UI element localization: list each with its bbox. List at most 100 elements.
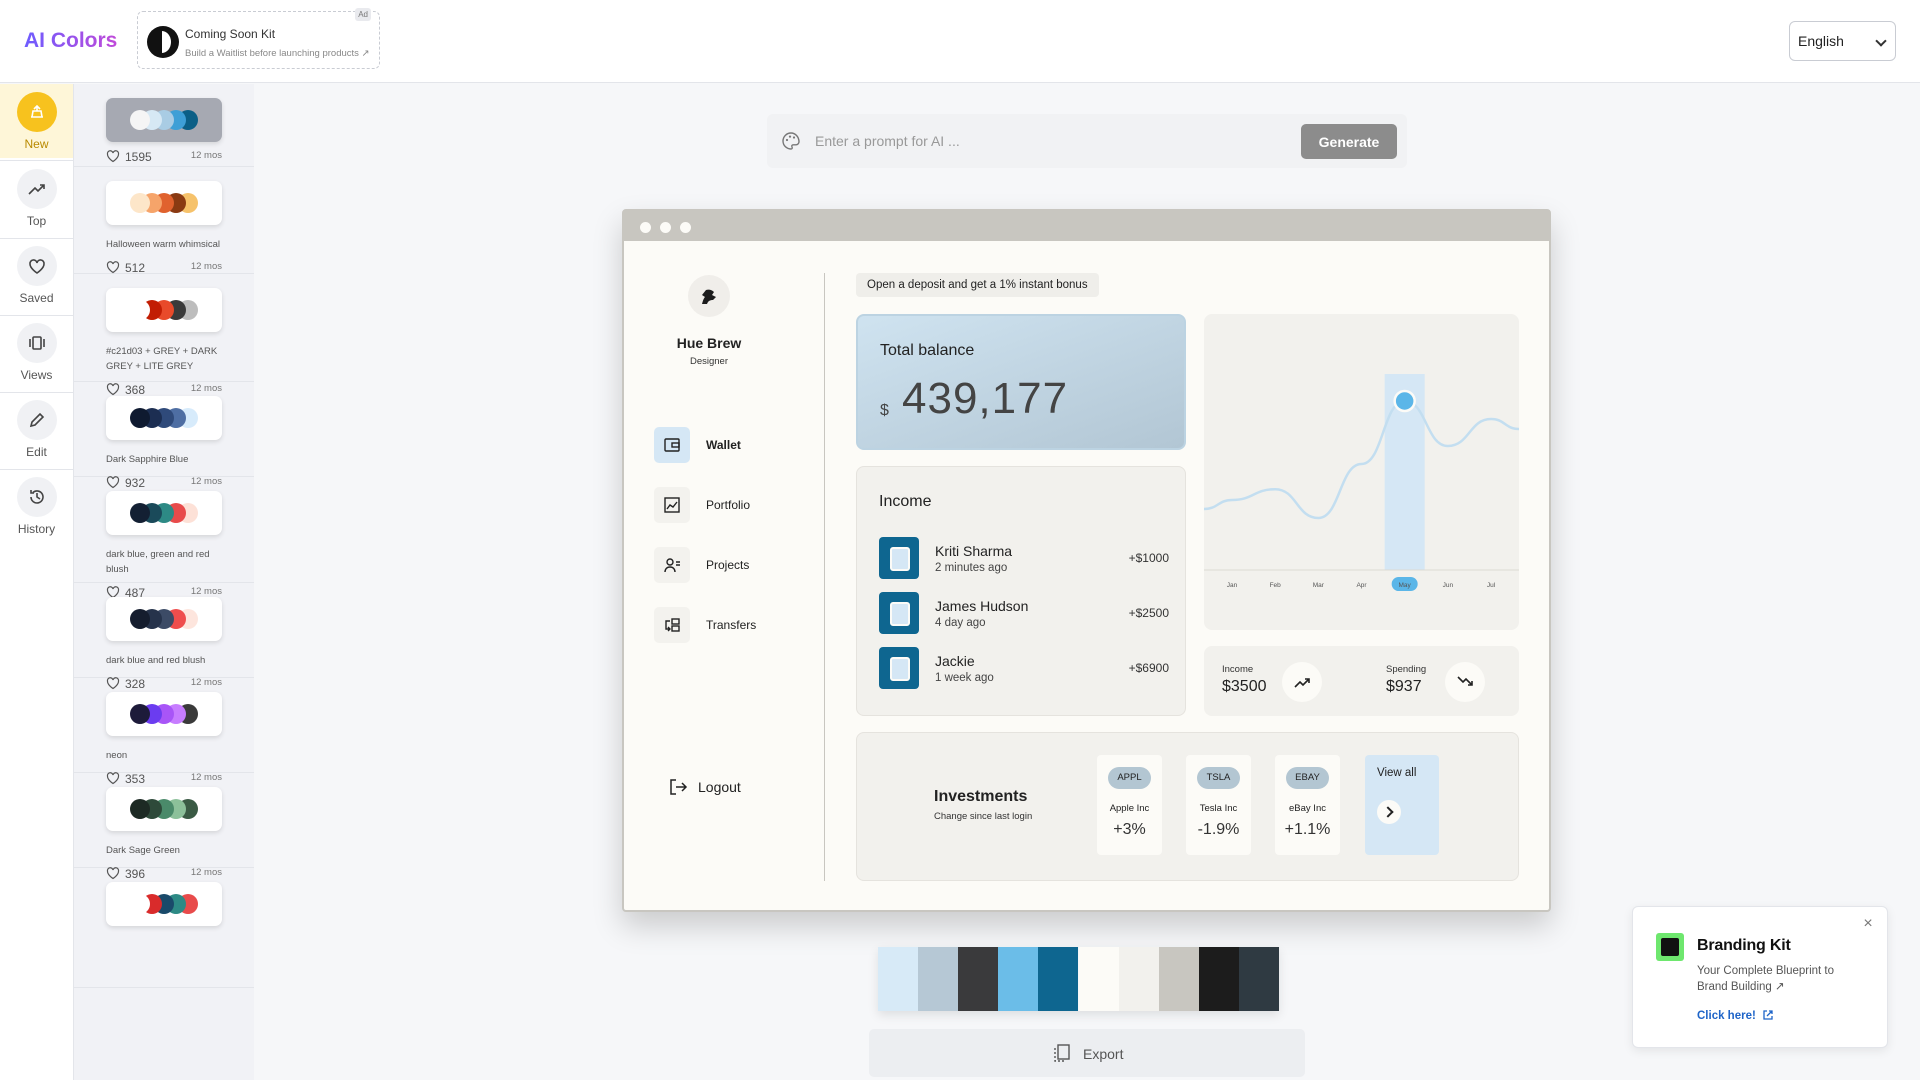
palette-age: 12 mos	[190, 261, 222, 272]
stock-card[interactable]: APPL Apple Inc +3%	[1097, 755, 1162, 855]
close-icon[interactable]: ×	[1861, 916, 1875, 932]
x-tick-label: Mar	[1313, 582, 1325, 589]
x-tick-label: Feb	[1270, 582, 1282, 589]
menu-item-transfers[interactable]: Transfers	[654, 607, 794, 643]
chevron-right-icon[interactable]	[1377, 800, 1401, 824]
left-nav: New Top Saved Views Edit History	[0, 84, 74, 1080]
heart-icon	[29, 259, 45, 274]
income-stat-value: $3500	[1222, 678, 1267, 695]
stock-name: Apple Inc	[1109, 803, 1150, 814]
menu-item-portfolio[interactable]: Portfolio	[654, 487, 794, 523]
color-swatch[interactable]	[1238, 947, 1279, 1011]
palette-swatch[interactable]	[106, 787, 222, 831]
color-swatch[interactable]	[1198, 947, 1239, 1011]
color-swatch[interactable]	[1118, 947, 1159, 1011]
new-icon	[31, 104, 43, 118]
stock-card[interactable]: EBAY eBay Inc +1.1%	[1275, 755, 1340, 855]
language-select[interactable]: English	[1789, 21, 1896, 61]
heart-icon[interactable]	[106, 260, 120, 274]
palette-swatch[interactable]	[106, 882, 222, 926]
divider	[824, 273, 825, 881]
window-dot	[640, 222, 651, 233]
nav-item-edit[interactable]: Edit	[0, 392, 73, 466]
color-swatch[interactable]	[1078, 947, 1119, 1011]
nav-item-saved[interactable]: Saved	[0, 238, 73, 312]
color-swatch[interactable]	[878, 947, 919, 1011]
heart-icon[interactable]	[106, 149, 120, 163]
palette-card[interactable]: Dark Sage Green 396 12 mos	[74, 773, 254, 881]
prompt-input[interactable]	[815, 126, 1295, 156]
tx-name: Jackie	[935, 653, 975, 669]
menu-item-wallet[interactable]: Wallet	[654, 427, 794, 463]
palette-name: dark blue, green and red blush	[106, 549, 210, 575]
stats-card: Income $3500 Spending $937	[1204, 646, 1519, 716]
palette-card[interactable]: dark blue, green and red blush 487 12 mos	[74, 477, 254, 600]
series-line	[1204, 399, 1519, 520]
investments-card: Investments Change since last login APPL…	[856, 732, 1519, 881]
palette-swatch[interactable]	[106, 181, 222, 225]
palette-card[interactable]: dark blue and red blush 328 12 mos	[74, 583, 254, 691]
list-item[interactable]: Jackie 1 week ago +$6900	[879, 647, 1169, 689]
view-all-button[interactable]: View all	[1365, 755, 1439, 855]
data-point[interactable]	[1393, 389, 1416, 413]
tx-time: 4 day ago	[935, 617, 986, 629]
color-swatch[interactable]	[918, 947, 959, 1011]
color-dot	[130, 894, 150, 914]
stock-ticker: TSLA	[1197, 767, 1240, 789]
branding-link-label: Click here!	[1697, 1010, 1756, 1022]
color-dot	[130, 408, 150, 428]
color-swatch[interactable]	[998, 947, 1039, 1011]
ad-subtitle: Build a Waitlist before launching produc…	[185, 48, 370, 59]
color-swatch[interactable]	[958, 947, 999, 1011]
promo-banner[interactable]: Open a deposit and get a 1% instant bonu…	[856, 273, 1099, 297]
palette-card[interactable]: #c21d03 + GREY + DARK GREY + LITE GREY 36…	[74, 274, 254, 397]
views-icon	[29, 336, 45, 350]
palette-card[interactable]: neon 353 12 mos	[74, 678, 254, 786]
stock-card[interactable]: TSLA Tesla Inc -1.9%	[1186, 755, 1251, 855]
palette-card[interactable]	[74, 868, 254, 988]
palette-swatch[interactable]	[106, 491, 222, 535]
export-label: Export	[1083, 1046, 1124, 1062]
palette-swatch[interactable]	[106, 98, 222, 142]
logout-button[interactable]: Logout	[668, 775, 788, 799]
color-dot	[130, 193, 150, 213]
menu-label: Portfolio	[706, 498, 751, 512]
portfolio-icon	[664, 497, 680, 513]
menu-item-projects[interactable]: Projects	[654, 547, 794, 583]
list-item[interactable]: Kriti Sharma 2 minutes ago +$1000	[879, 537, 1169, 579]
palette-age: 12 mos	[190, 150, 222, 161]
app-logo[interactable]: AI Colors	[24, 29, 117, 53]
color-dot	[130, 300, 150, 320]
color-dot	[130, 704, 150, 724]
balance-card: Total balance $ 439,177	[856, 314, 1186, 450]
branding-link[interactable]: Click here!	[1697, 1009, 1774, 1022]
palette-swatch[interactable]	[106, 288, 222, 332]
palette-swatch[interactable]	[106, 597, 222, 641]
language-value: English	[1798, 33, 1844, 49]
tx-amount: +$1000	[1128, 551, 1169, 565]
list-item[interactable]: James Hudson 4 day ago +$2500	[879, 592, 1169, 634]
palette-swatch[interactable]	[106, 692, 222, 736]
color-dot	[130, 799, 150, 819]
spending-stat-label: Spending	[1386, 664, 1427, 675]
nav-item-top[interactable]: Top	[0, 161, 73, 235]
trending-down-icon	[1457, 676, 1473, 686]
generate-button[interactable]: Generate	[1301, 124, 1397, 159]
palette-card[interactable]: 1595 12 mos	[74, 84, 254, 167]
document-icon	[879, 537, 919, 579]
palette-card[interactable]: Dark Sapphire Blue 932 12 mos	[74, 382, 254, 490]
like-count: 512	[125, 261, 146, 275]
nav-item-new[interactable]: New	[0, 84, 73, 158]
ad-title: Coming Soon Kit	[185, 27, 276, 41]
color-swatch[interactable]	[1038, 947, 1079, 1011]
x-tick-label: Apr	[1356, 582, 1367, 589]
ad-banner[interactable]: Coming Soon Kit Build a Waitlist before …	[137, 8, 380, 69]
color-swatch[interactable]	[1158, 947, 1199, 1011]
top-header: AI Colors Coming Soon Kit Build a Waitli…	[0, 0, 1920, 83]
palette-card[interactable]: Halloween warm whimsical 512 12 mos	[74, 167, 254, 275]
stock-ticker: APPL	[1108, 767, 1151, 789]
nav-item-views[interactable]: Views	[0, 315, 73, 389]
palette-swatch[interactable]	[106, 396, 222, 440]
export-button[interactable]: Export	[869, 1029, 1305, 1077]
nav-item-history[interactable]: History	[0, 469, 73, 543]
